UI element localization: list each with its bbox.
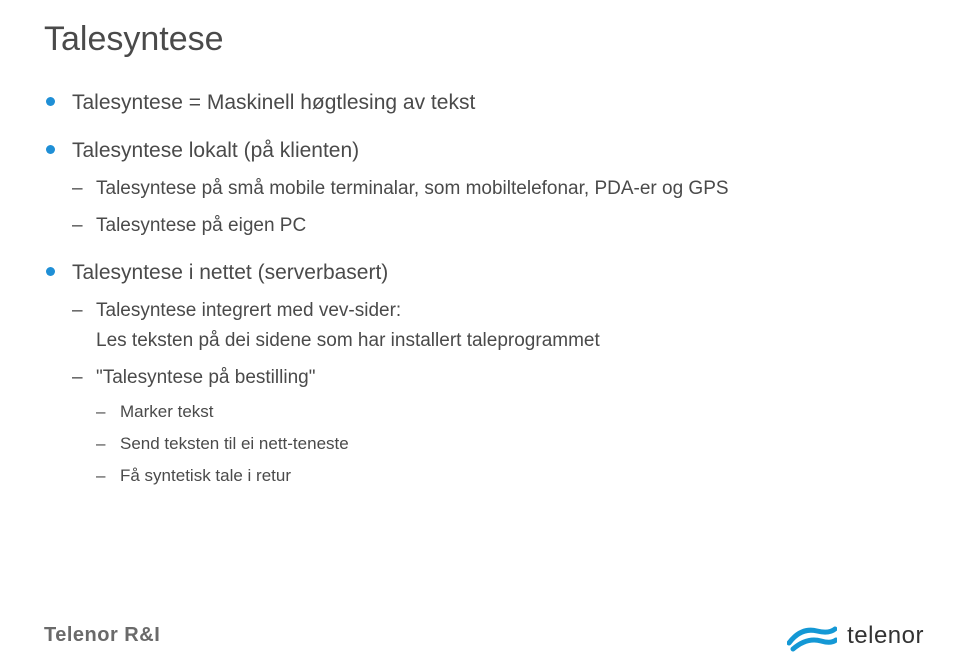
list-item-text: Talesyntese = Maskinell høgtlesing av te…: [72, 91, 475, 114]
list-item-text: Send teksten til ei nett-teneste: [120, 434, 349, 453]
list-item: "Talesyntese på bestilling" Marker tekst…: [72, 363, 920, 489]
sub-list: Talesyntese på små mobile terminalar, so…: [72, 174, 920, 241]
list-item: Marker tekst: [96, 399, 920, 425]
list-item: Send teksten til ei nett-teneste: [96, 431, 920, 457]
bullet-list: Talesyntese = Maskinell høgtlesing av te…: [44, 87, 920, 490]
slide-footer: Telenor R&I telenor: [0, 599, 960, 669]
list-item: Talesyntese i nettet (serverbasert) Tale…: [44, 257, 920, 490]
list-item: Få syntetisk tale i retur: [96, 463, 920, 489]
list-item-text: Marker tekst: [120, 402, 214, 421]
telenor-logo-icon: [787, 619, 837, 653]
list-item-text: Talesyntese på små mobile terminalar, so…: [96, 178, 729, 199]
list-item-text: Talesyntese i nettet (serverbasert): [72, 261, 388, 284]
page-title: Talesyntese: [44, 20, 920, 59]
footer-brand-wordmark: telenor: [847, 622, 924, 650]
list-item: Talesyntese integrert med vev-sider: Les…: [72, 296, 920, 355]
sub-list: Talesyntese integrert med vev-sider: Les…: [72, 296, 920, 489]
footer-brand-left: Telenor R&I: [44, 624, 160, 647]
list-item-text: Talesyntese lokalt (på klienten): [72, 139, 359, 162]
list-item: Talesyntese = Maskinell høgtlesing av te…: [44, 87, 920, 119]
list-item-text: Talesyntese på eigen PC: [96, 215, 306, 236]
list-item-text: "Talesyntese på bestilling": [96, 367, 315, 388]
list-item-text: Få syntetisk tale i retur: [120, 466, 291, 485]
sub-sub-list: Marker tekst Send teksten til ei nett-te…: [96, 399, 920, 490]
list-item: Talesyntese på små mobile terminalar, so…: [72, 174, 920, 203]
list-item-text: Talesyntese integrert med vev-sider:: [96, 296, 920, 325]
footer-brand-right: telenor: [787, 619, 924, 653]
slide: Talesyntese Talesyntese = Maskinell høgt…: [0, 0, 960, 669]
list-item-text: Les teksten på dei sidene som har instal…: [96, 326, 920, 355]
list-item: Talesyntese på eigen PC: [72, 211, 920, 240]
list-item: Talesyntese lokalt (på klienten) Talesyn…: [44, 135, 920, 241]
